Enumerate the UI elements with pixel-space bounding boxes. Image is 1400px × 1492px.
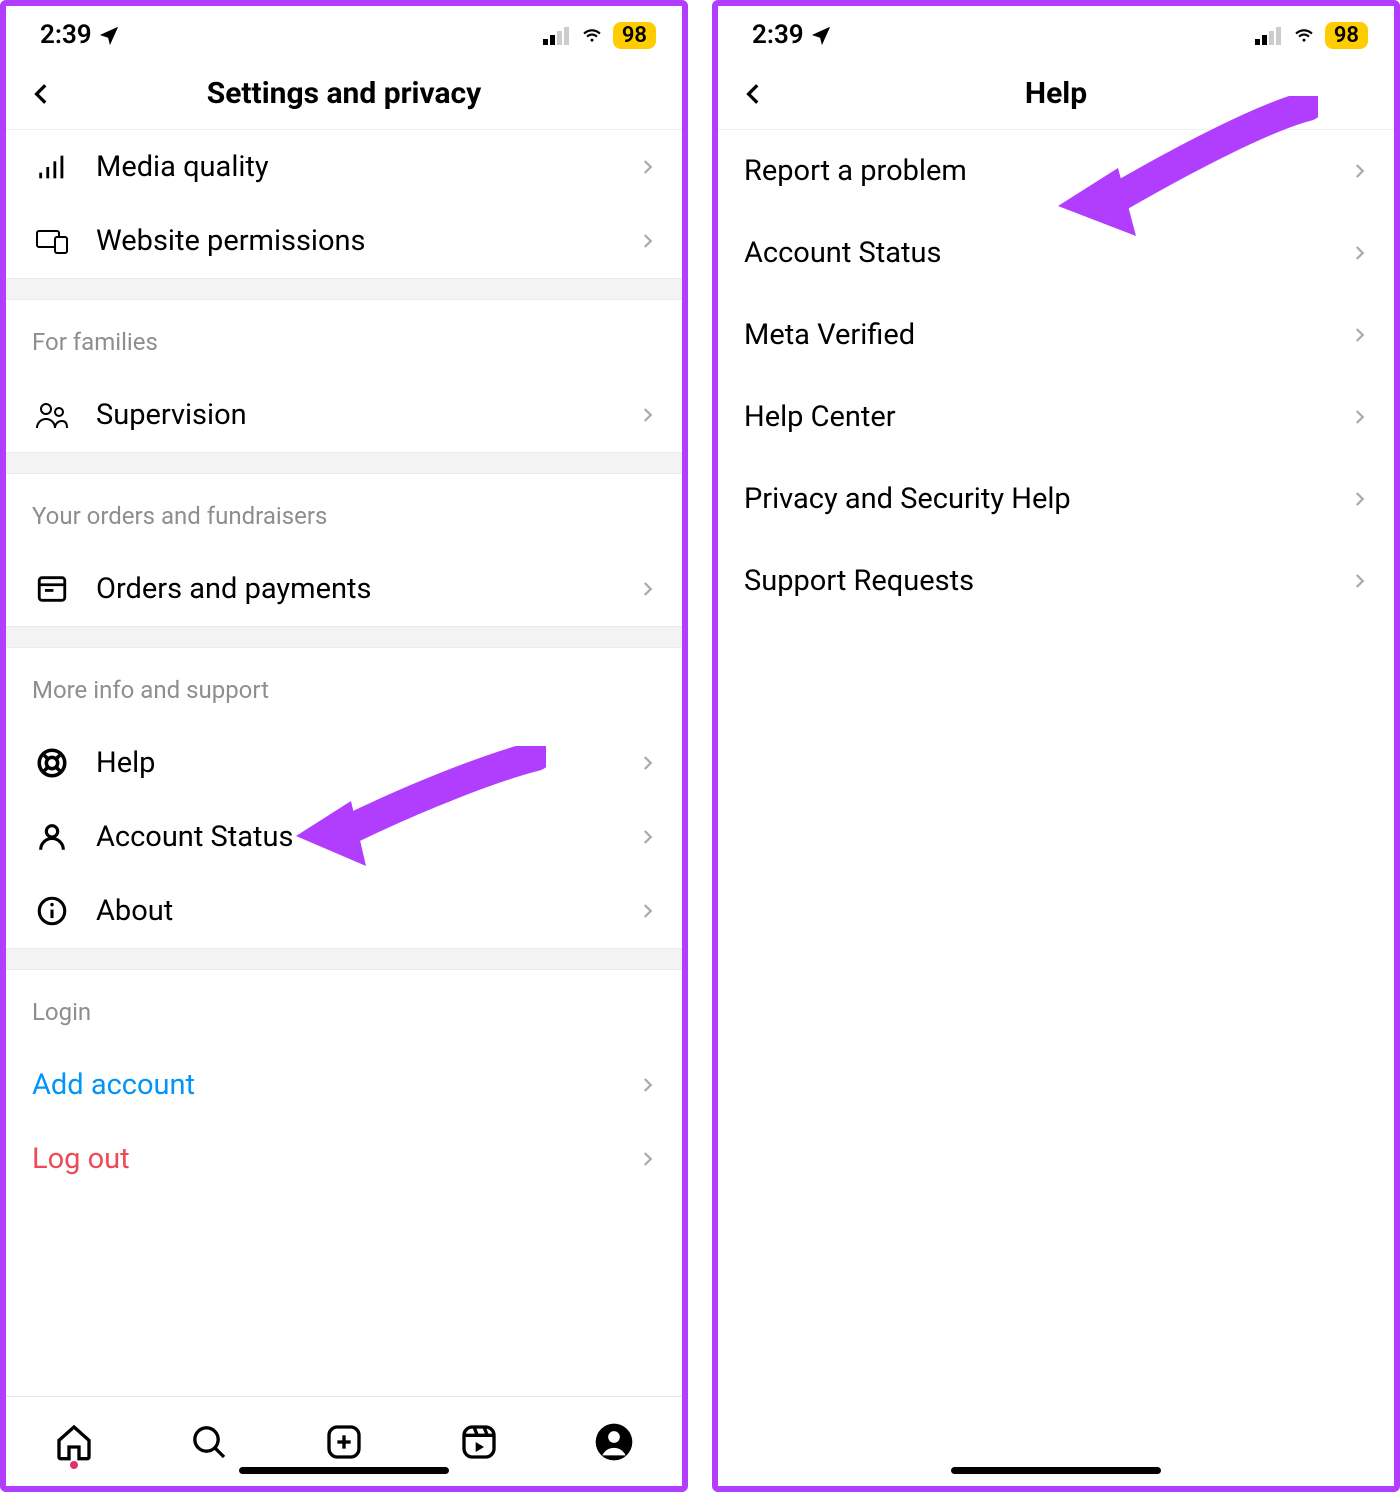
chevron-right-icon: [638, 158, 656, 176]
row-account-status[interactable]: Account Status: [6, 800, 682, 874]
row-label: Privacy and Security Help: [744, 482, 1350, 516]
chevron-right-icon: [638, 232, 656, 250]
page-title: Settings and privacy: [207, 76, 482, 111]
status-bar: 2:39 98: [6, 6, 682, 58]
chevron-right-icon: [1350, 162, 1368, 180]
devices-icon: [32, 227, 72, 255]
section-header-support: More info and support: [6, 648, 682, 726]
row-label: Help: [96, 746, 614, 780]
phone-right: 2:39 98 Help Report a problem Account St…: [712, 0, 1400, 1492]
battery-pill: 98: [1325, 22, 1368, 49]
back-button[interactable]: [22, 74, 62, 114]
tab-home[interactable]: [39, 1407, 109, 1477]
status-bar: 2:39 98: [718, 6, 1394, 58]
row-label: Log out: [32, 1142, 614, 1176]
chevron-right-icon: [638, 1150, 656, 1168]
people-icon: [32, 400, 72, 430]
box-icon: [32, 572, 72, 606]
row-report-problem[interactable]: Report a problem: [718, 130, 1394, 212]
row-supervision[interactable]: Supervision: [6, 378, 682, 452]
row-label: Help Center: [744, 400, 1350, 434]
nav-header: Help: [718, 58, 1394, 130]
row-label: Add account: [32, 1068, 614, 1102]
row-label: About: [96, 894, 614, 928]
settings-content: Media quality Website permissions For fa…: [6, 130, 682, 1396]
row-label: Report a problem: [744, 154, 1350, 188]
section-header-orders: Your orders and fundraisers: [6, 474, 682, 552]
row-website-permissions[interactable]: Website permissions: [6, 204, 682, 278]
chevron-right-icon: [1350, 408, 1368, 426]
row-label: Supervision: [96, 398, 614, 432]
row-orders-payments[interactable]: Orders and payments: [6, 552, 682, 626]
status-time: 2:39: [40, 20, 92, 50]
row-meta-verified[interactable]: Meta Verified: [718, 294, 1394, 376]
location-icon: [810, 24, 832, 46]
chevron-right-icon: [638, 580, 656, 598]
chevron-right-icon: [638, 828, 656, 846]
home-indicator: [951, 1467, 1161, 1474]
home-indicator: [239, 1467, 449, 1474]
row-label: Meta Verified: [744, 318, 1350, 352]
nav-header: Settings and privacy: [6, 58, 682, 130]
chevron-right-icon: [638, 406, 656, 424]
person-icon: [32, 820, 72, 854]
help-content: Report a problem Account Status Meta Ver…: [718, 130, 1394, 1486]
cellular-icon: [543, 25, 571, 45]
row-label: Account Status: [96, 820, 614, 854]
page-title: Help: [1025, 76, 1087, 111]
section-header-families: For families: [6, 300, 682, 378]
row-help[interactable]: Help: [6, 726, 682, 800]
tab-create[interactable]: [309, 1407, 379, 1477]
row-account-status[interactable]: Account Status: [718, 212, 1394, 294]
back-button[interactable]: [734, 74, 774, 114]
row-label: Account Status: [744, 236, 1350, 270]
tab-reels[interactable]: [444, 1407, 514, 1477]
row-log-out[interactable]: Log out: [6, 1122, 682, 1196]
location-icon: [98, 24, 120, 46]
row-add-account[interactable]: Add account: [6, 1048, 682, 1122]
chevron-right-icon: [638, 902, 656, 920]
chevron-right-icon: [1350, 490, 1368, 508]
row-label: Orders and payments: [96, 572, 614, 606]
row-help-center[interactable]: Help Center: [718, 376, 1394, 458]
chevron-right-icon: [1350, 326, 1368, 344]
row-label: Website permissions: [96, 224, 614, 258]
chevron-right-icon: [1350, 572, 1368, 590]
chevron-right-icon: [638, 1076, 656, 1094]
row-privacy-security-help[interactable]: Privacy and Security Help: [718, 458, 1394, 540]
row-label: Media quality: [96, 150, 614, 184]
cellular-icon: [1255, 25, 1283, 45]
chevron-right-icon: [1350, 244, 1368, 262]
row-label: Support Requests: [744, 564, 1350, 598]
section-header-login: Login: [6, 970, 682, 1048]
row-media-quality[interactable]: Media quality: [6, 130, 682, 204]
info-icon: [32, 894, 72, 928]
bars-icon: [32, 150, 72, 184]
tab-profile[interactable]: [579, 1407, 649, 1477]
row-support-requests[interactable]: Support Requests: [718, 540, 1394, 622]
phone-left: 2:39 98 Settings and privacy Media q: [0, 0, 688, 1492]
row-about[interactable]: About: [6, 874, 682, 948]
status-time: 2:39: [752, 20, 804, 50]
wifi-icon: [579, 25, 605, 45]
battery-pill: 98: [613, 22, 656, 49]
tab-search[interactable]: [174, 1407, 244, 1477]
lifebuoy-icon: [32, 746, 72, 780]
wifi-icon: [1291, 25, 1317, 45]
chevron-right-icon: [638, 754, 656, 772]
